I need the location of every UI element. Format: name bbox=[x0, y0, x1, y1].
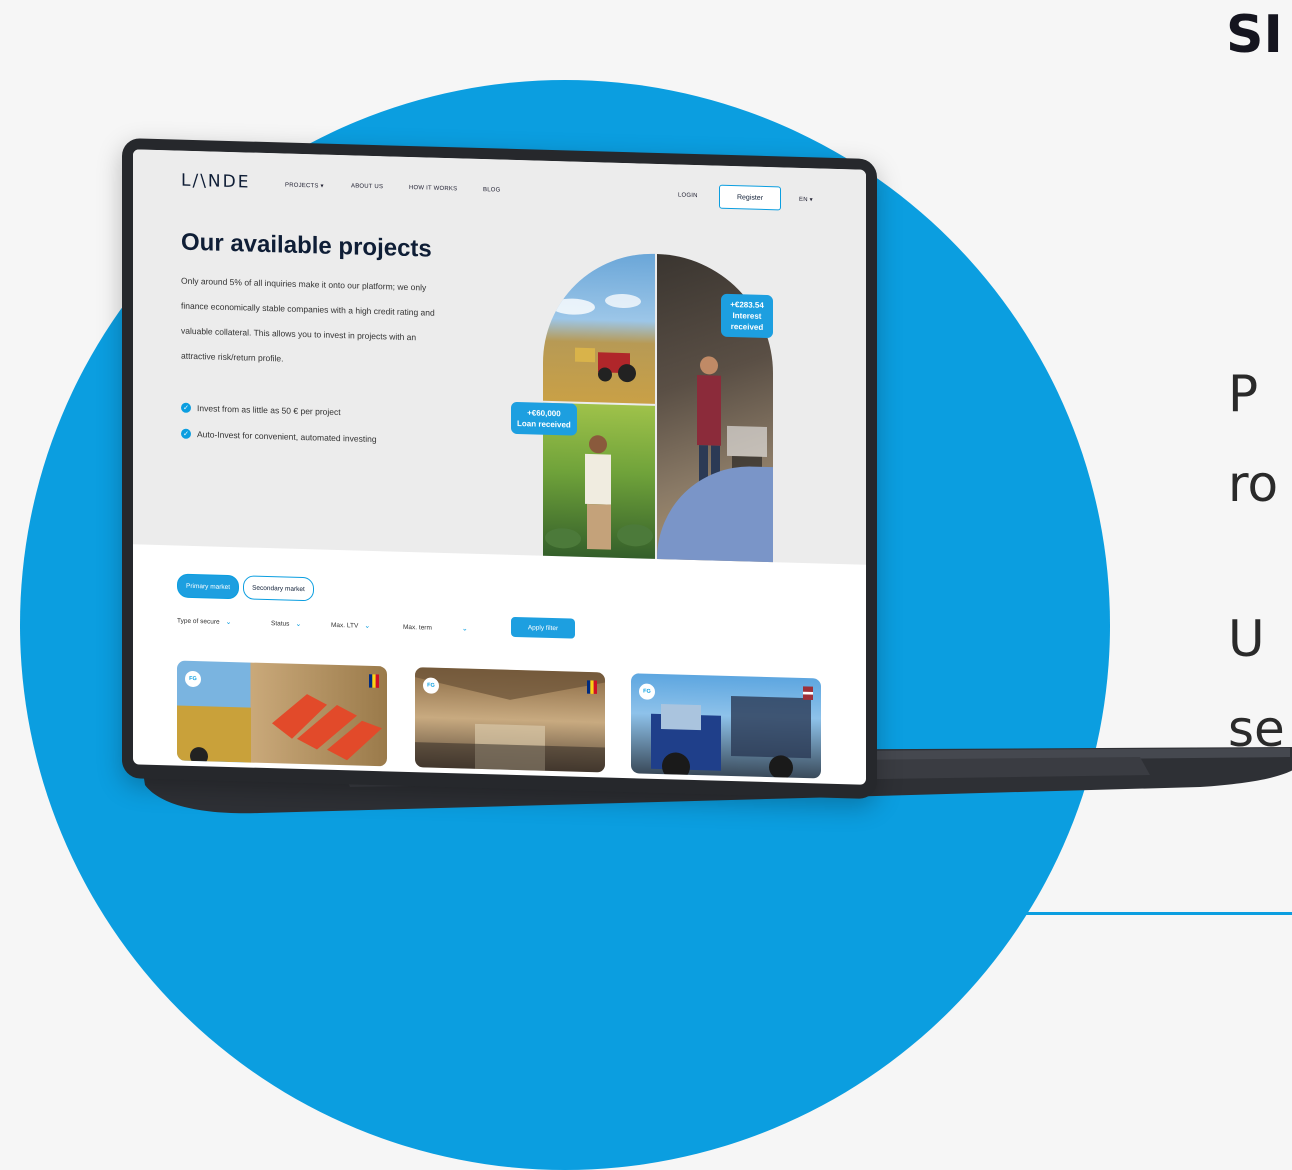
lande-logo[interactable]: L/\NDE bbox=[181, 171, 250, 193]
nav-how-it-works[interactable]: HOW IT WORKS bbox=[409, 185, 457, 192]
login-link[interactable]: LOGIN bbox=[678, 193, 698, 200]
check-icon: ✓ bbox=[181, 428, 191, 439]
site-navbar: L/\NDE PROJECTS ▾ ABOUT US HOW IT WORKS … bbox=[133, 149, 866, 219]
laptop-screen: L/\NDE PROJECTS ▾ ABOUT US HOW IT WORKS … bbox=[133, 149, 866, 785]
page-title: Our available projects bbox=[181, 228, 432, 263]
chevron-down-icon: ⌄ bbox=[461, 625, 468, 633]
language-selector[interactable]: EN ▾ bbox=[799, 196, 813, 203]
nav-about-us[interactable]: ABOUT US bbox=[351, 183, 383, 190]
hero-description: Only around 5% of all inquiries make it … bbox=[181, 275, 435, 364]
bullet-auto-invest: ✓ Auto-Invest for convenient, automated … bbox=[181, 428, 377, 445]
check-icon: ✓ bbox=[181, 402, 191, 413]
bottom-accent-line bbox=[120, 912, 1292, 915]
filter-type-of-secure[interactable]: Type of secure ⌄ bbox=[177, 617, 232, 627]
interest-received-badge: +€283.54 Interest received bbox=[721, 293, 773, 339]
filter-status[interactable]: Status ⌄ bbox=[271, 619, 301, 628]
hero-section: L/\NDE PROJECTS ▾ ABOUT US HOW IT WORKS … bbox=[133, 149, 866, 565]
fg-badge: FG bbox=[423, 677, 439, 694]
project-card-1[interactable]: FG bbox=[177, 660, 387, 767]
fg-badge: FG bbox=[639, 683, 655, 700]
slide-text-line-1: P bbox=[1228, 365, 1259, 423]
tractor-field-photo bbox=[543, 250, 655, 404]
chevron-down-icon: ▾ bbox=[320, 183, 324, 190]
filter-max-term[interactable]: Max. term ⌄ bbox=[403, 623, 468, 633]
project-card-2[interactable]: FG bbox=[415, 667, 605, 773]
nav-blog[interactable]: BLOG bbox=[483, 187, 500, 193]
loan-received-badge: +€60,000 Loan received bbox=[511, 401, 577, 436]
chevron-down-icon: ⌄ bbox=[295, 620, 302, 629]
tab-primary-market[interactable]: Primary market bbox=[177, 573, 240, 600]
latvia-flag-icon bbox=[803, 686, 813, 700]
filter-label: Max. term bbox=[403, 623, 432, 632]
filter-label: Status bbox=[271, 620, 290, 628]
chevron-down-icon: ⌄ bbox=[225, 618, 232, 627]
bullet-min-invest: ✓ Invest from as little as 50 € per proj… bbox=[181, 402, 341, 418]
interest-label: Interest received bbox=[730, 311, 764, 332]
market-tabs: Primary market Secondary market bbox=[177, 573, 314, 602]
hero-photo-collage: +€283.54 Interest received +€60,000 Loan… bbox=[511, 250, 773, 563]
fg-badge: FG bbox=[185, 670, 201, 688]
slide-heading: SI bbox=[1226, 5, 1283, 65]
tab-secondary-market[interactable]: Secondary market bbox=[243, 575, 314, 602]
project-card-3[interactable]: FG bbox=[631, 673, 821, 779]
bullet-text: Invest from as little as 50 € per projec… bbox=[197, 403, 341, 418]
slide-text-line-3: U bbox=[1228, 610, 1265, 668]
filter-label: Type of secure bbox=[177, 617, 220, 626]
romania-flag-icon bbox=[587, 680, 597, 694]
chevron-down-icon: ⌄ bbox=[364, 622, 371, 630]
loan-label: Loan received bbox=[517, 419, 571, 430]
filter-max-ltv[interactable]: Max. LTV ⌄ bbox=[331, 621, 370, 630]
filter-label: Max. LTV bbox=[331, 621, 359, 630]
register-button[interactable]: Register bbox=[719, 184, 781, 211]
nav-projects-label: PROJECTS bbox=[285, 182, 319, 190]
slide-text-line-2: ro bbox=[1228, 455, 1279, 513]
nav-projects[interactable]: PROJECTS ▾ bbox=[285, 182, 324, 190]
laptop-screen-bezel: L/\NDE PROJECTS ▾ ABOUT US HOW IT WORKS … bbox=[122, 138, 877, 800]
apply-filter-button[interactable]: Apply filter bbox=[511, 616, 575, 639]
bullet-text: Auto-Invest for convenient, automated in… bbox=[197, 429, 377, 445]
romania-flag-icon bbox=[369, 674, 379, 688]
